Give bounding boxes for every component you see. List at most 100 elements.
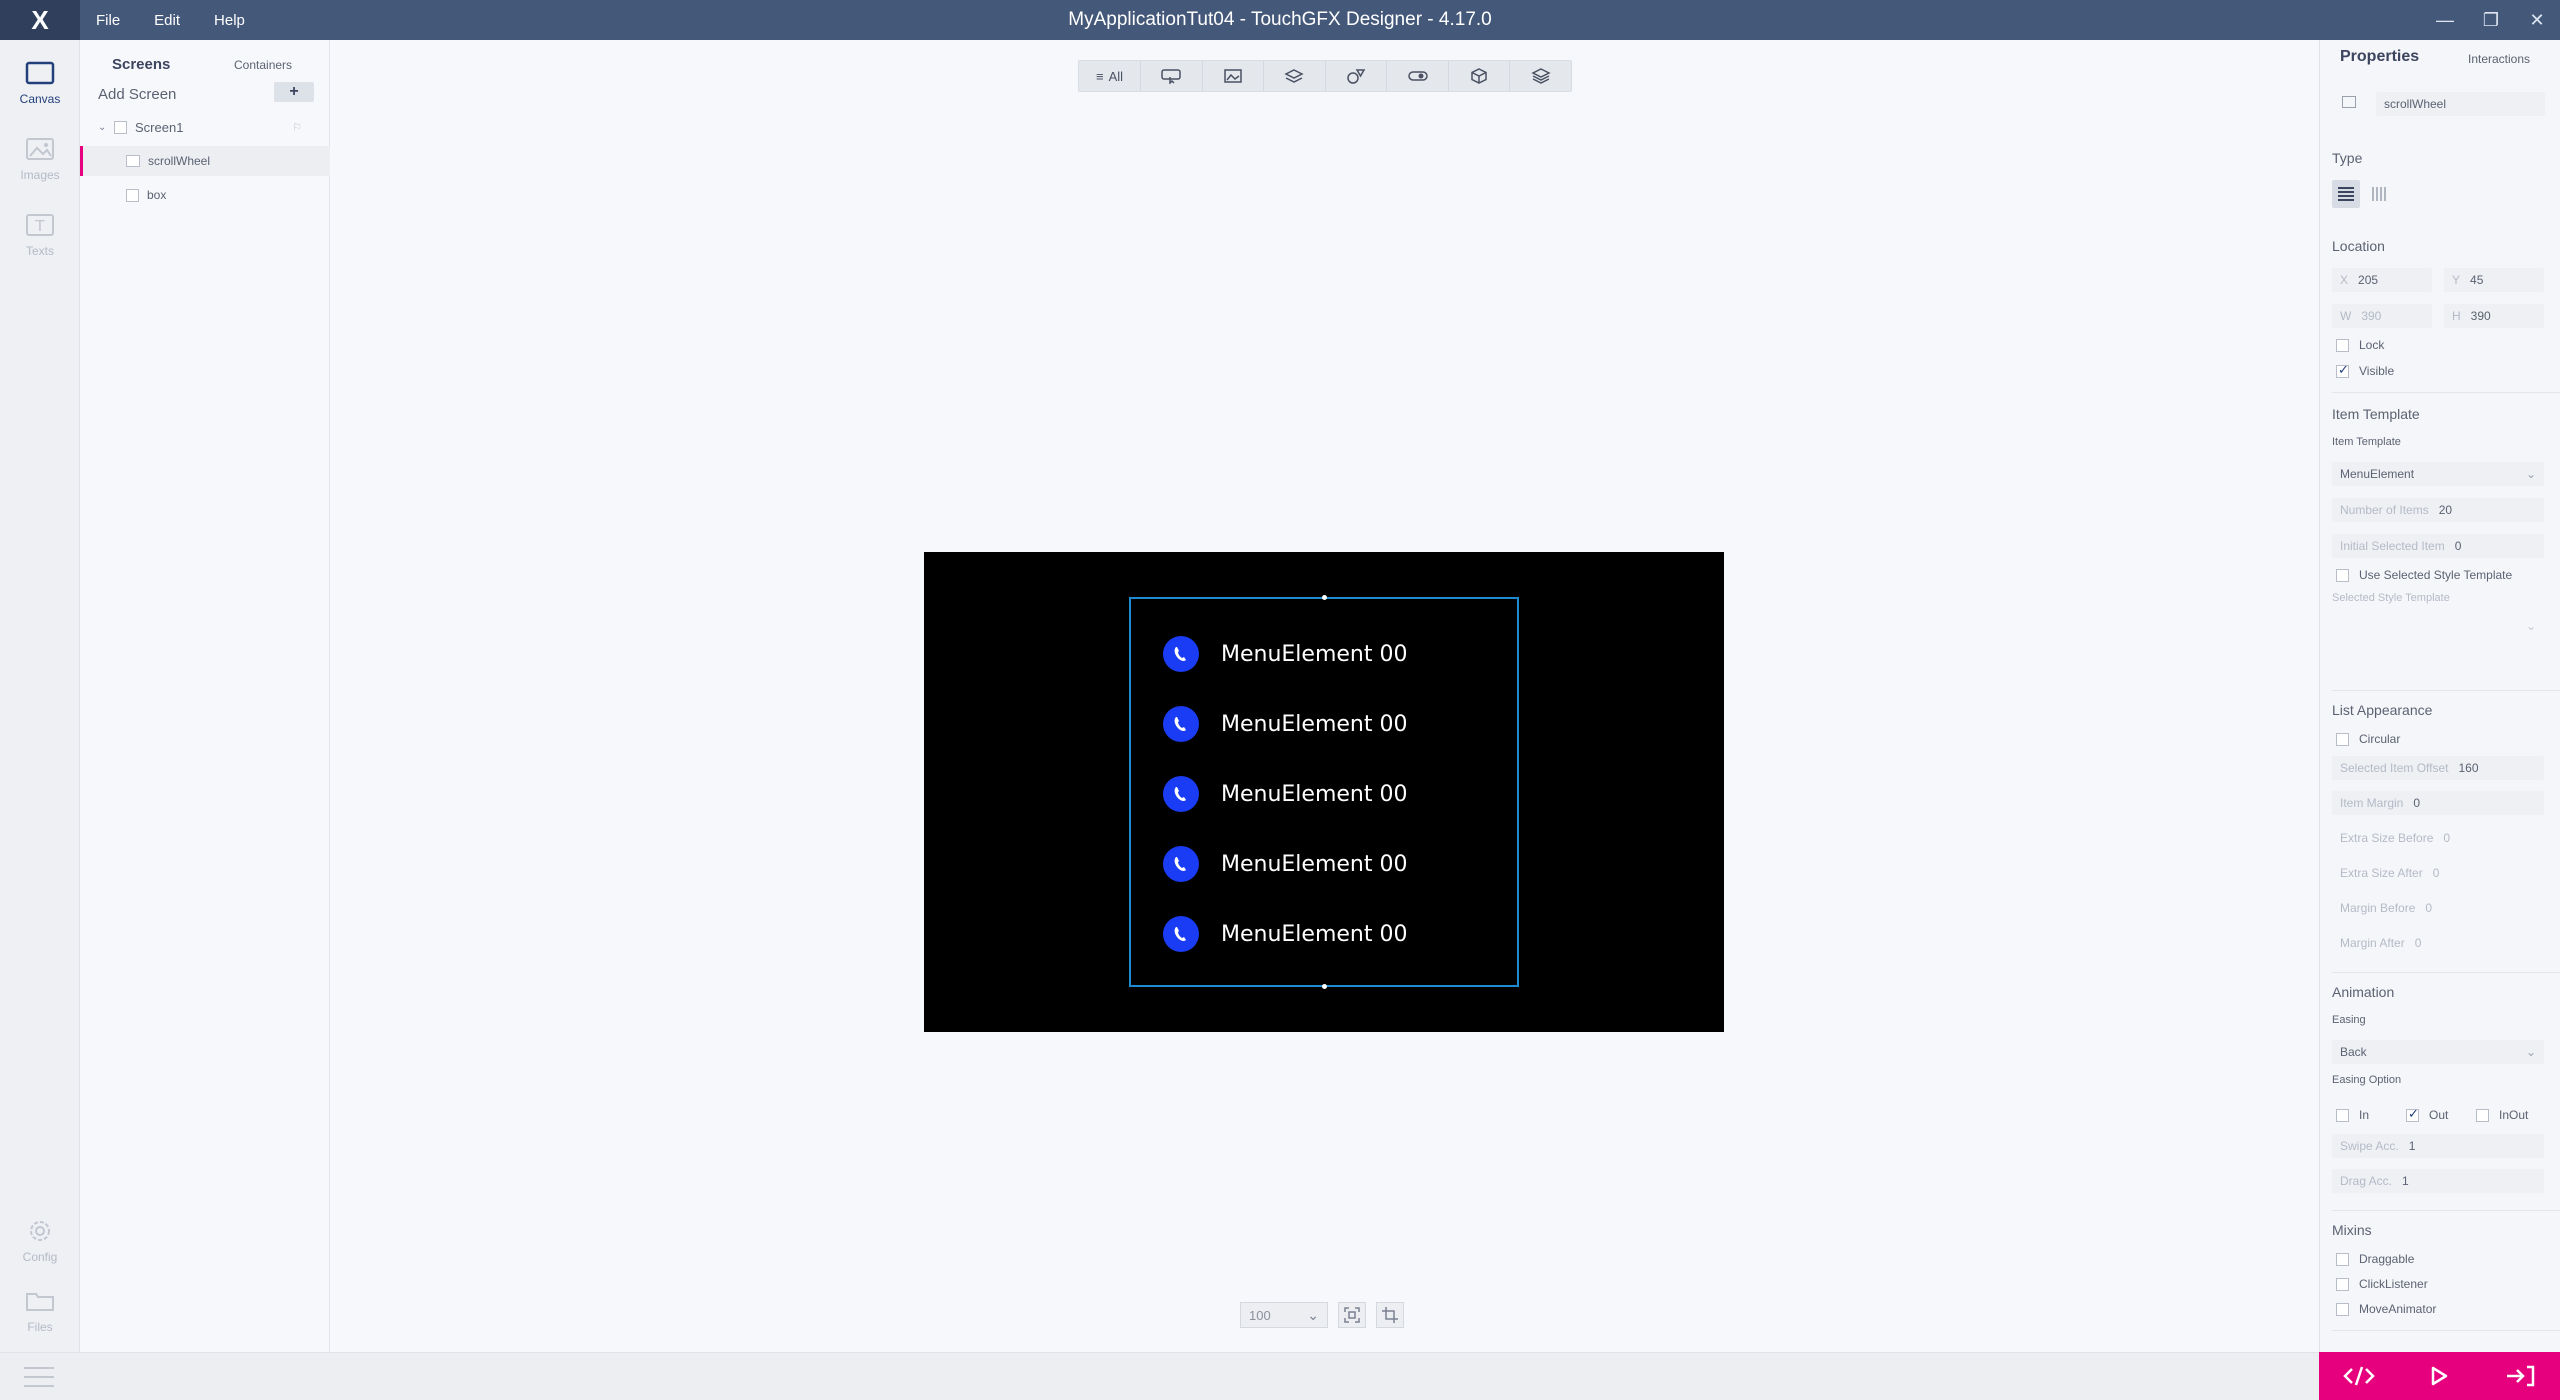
- lock-checkbox[interactable]: Lock: [2336, 338, 2384, 352]
- canvas-icon: [25, 60, 55, 86]
- moveanimator-checkbox[interactable]: MoveAnimator: [2336, 1302, 2436, 1316]
- extra-before-value: 0: [2443, 831, 2451, 845]
- y-field[interactable]: Y 45: [2444, 268, 2544, 292]
- rail-canvas[interactable]: Canvas: [0, 48, 80, 118]
- menu-file[interactable]: File: [96, 12, 120, 29]
- canvas-area[interactable]: ≡ All MenuElement 00 MenuElement 00 Menu…: [331, 40, 2319, 1352]
- selected-item-offset-field[interactable]: Selected Item Offset 160: [2332, 756, 2544, 780]
- item-template-select[interactable]: MenuElement ⌄: [2332, 462, 2544, 486]
- swipe-acc-label: Swipe Acc.: [2340, 1139, 2399, 1153]
- crop-button[interactable]: [1376, 1302, 1404, 1328]
- group-shapes-button[interactable]: [1326, 61, 1388, 91]
- easing-select[interactable]: Back ⌄: [2332, 1040, 2544, 1064]
- item-margin-value: 0: [2413, 796, 2421, 810]
- rail-files[interactable]: Files: [0, 1276, 80, 1346]
- widget-name-field[interactable]: scrollWheel: [2376, 92, 2545, 116]
- add-screen-button[interactable]: +: [274, 82, 314, 102]
- tree-row-widget[interactable]: scrollWheel: [80, 146, 330, 176]
- easing-in-label: In: [2359, 1108, 2370, 1122]
- run-target-button[interactable]: [2490, 1356, 2550, 1396]
- play-icon: [2432, 1366, 2448, 1386]
- margin-after-field: Margin After 0: [2332, 931, 2544, 955]
- easing-inout-check[interactable]: [2476, 1108, 2489, 1122]
- tab-screens[interactable]: Screens: [112, 56, 170, 73]
- number-of-items-field[interactable]: Number of Items 20: [2332, 498, 2544, 522]
- margin-after-value: 0: [2414, 936, 2422, 950]
- left-rail: Canvas Images T Texts Config Files: [0, 40, 80, 1352]
- circular-checkbox[interactable]: Circular: [2336, 732, 2400, 746]
- rail-texts[interactable]: T Texts: [0, 200, 80, 270]
- widget-name: box: [147, 188, 167, 202]
- screen-preview[interactable]: MenuElement 00 MenuElement 00 MenuElemen…: [924, 552, 1724, 1032]
- rail-config[interactable]: Config: [0, 1206, 80, 1276]
- easing-inout-label: InOut: [2499, 1108, 2529, 1122]
- menu-edit[interactable]: Edit: [154, 12, 180, 29]
- chevron-down-icon[interactable]: ⌄: [98, 122, 110, 133]
- visible-checkbox[interactable]: Visible: [2336, 362, 2394, 378]
- tree-row-widget[interactable]: box: [80, 180, 330, 210]
- easing-in-check[interactable]: [2336, 1108, 2349, 1122]
- maximize-button[interactable]: ❐: [2468, 0, 2514, 40]
- use-selected-check[interactable]: [2336, 568, 2349, 582]
- group-controls-button[interactable]: [1387, 61, 1449, 91]
- circular-check[interactable]: [2336, 732, 2349, 746]
- clicklistener-check[interactable]: [2336, 1277, 2349, 1291]
- tab-interactions[interactable]: Interactions: [2468, 52, 2530, 66]
- chevron-down-icon: ⌄: [2525, 467, 2536, 481]
- flag-icon[interactable]: ⚐: [292, 121, 302, 134]
- height-field[interactable]: H 390: [2444, 304, 2544, 328]
- menu-element[interactable]: MenuElement 00: [1163, 704, 1463, 744]
- close-button[interactable]: ✕: [2514, 0, 2560, 40]
- visible-check[interactable]: [2336, 362, 2349, 378]
- group-interaction-button[interactable]: [1141, 61, 1203, 91]
- group-images-button[interactable]: [1203, 61, 1265, 91]
- run-simulator-button[interactable]: [2409, 1356, 2469, 1396]
- resize-handle-bottom[interactable]: [1322, 984, 1327, 989]
- extra-size-before-field: Extra Size Before 0: [2332, 826, 2544, 850]
- moveanimator-check[interactable]: [2336, 1302, 2349, 1316]
- rail-label-texts: Texts: [25, 244, 54, 258]
- resize-handle-top[interactable]: [1322, 595, 1327, 600]
- menu-element[interactable]: MenuElement 00: [1163, 634, 1463, 674]
- minimize-button[interactable]: —: [2422, 0, 2468, 40]
- hamburger-icon[interactable]: [24, 1367, 54, 1387]
- group-layers-button[interactable]: [1510, 61, 1571, 91]
- window-controls: — ❐ ✕: [2422, 0, 2560, 40]
- clicklistener-checkbox[interactable]: ClickListener: [2336, 1277, 2428, 1291]
- drag-acc-field[interactable]: Drag Acc. 1: [2332, 1169, 2544, 1193]
- tree-row-screen[interactable]: ⌄ Screen1 ⚐: [80, 112, 330, 142]
- tab-properties[interactable]: Properties: [2340, 48, 2419, 66]
- lock-check[interactable]: [2336, 338, 2349, 352]
- rail-images[interactable]: Images: [0, 124, 80, 194]
- type-horizontal-button[interactable]: [2332, 180, 2360, 208]
- generate-code-button[interactable]: [2329, 1356, 2389, 1396]
- type-vertical-button[interactable]: [2366, 180, 2394, 208]
- menu-element[interactable]: MenuElement 00: [1163, 774, 1463, 814]
- swipe-acc-field[interactable]: Swipe Acc. 1: [2332, 1134, 2544, 1158]
- filter-all-button[interactable]: ≡ All: [1079, 61, 1141, 91]
- draggable-check[interactable]: [2336, 1252, 2349, 1266]
- easing-out-check[interactable]: [2406, 1106, 2419, 1122]
- scrollwheel-widget[interactable]: MenuElement 00 MenuElement 00 MenuElemen…: [1129, 595, 1519, 989]
- easing-inout-checkbox[interactable]: InOut: [2476, 1108, 2528, 1122]
- menu-element[interactable]: MenuElement 00: [1163, 844, 1463, 884]
- phone-icon: [1163, 636, 1199, 672]
- draggable-checkbox[interactable]: Draggable: [2336, 1252, 2414, 1266]
- initial-selected-item-field[interactable]: Initial Selected Item 0: [2332, 534, 2544, 558]
- scrollwheel-icon: [2342, 96, 2356, 108]
- group-3d-button[interactable]: [1449, 61, 1511, 91]
- tab-containers[interactable]: Containers: [234, 58, 292, 72]
- zoom-select[interactable]: 100 ⌄: [1240, 1302, 1328, 1328]
- easing-out-checkbox[interactable]: Out: [2406, 1106, 2448, 1122]
- easing-in-checkbox[interactable]: In: [2336, 1108, 2369, 1122]
- fit-to-screen-button[interactable]: [1338, 1302, 1366, 1328]
- y-label: Y: [2452, 273, 2461, 287]
- menu-help[interactable]: Help: [214, 12, 245, 29]
- group-containers-button[interactable]: [1264, 61, 1326, 91]
- use-selected-style-checkbox[interactable]: Use Selected Style Template: [2336, 568, 2512, 582]
- x-field[interactable]: X 205: [2332, 268, 2432, 292]
- menu-element[interactable]: MenuElement 00: [1163, 914, 1463, 954]
- properties-panel: Properties Interactions scrollWheel Type…: [2319, 40, 2560, 1352]
- item-margin-label: Item Margin: [2340, 796, 2404, 810]
- item-margin-field[interactable]: Item Margin 0: [2332, 791, 2544, 815]
